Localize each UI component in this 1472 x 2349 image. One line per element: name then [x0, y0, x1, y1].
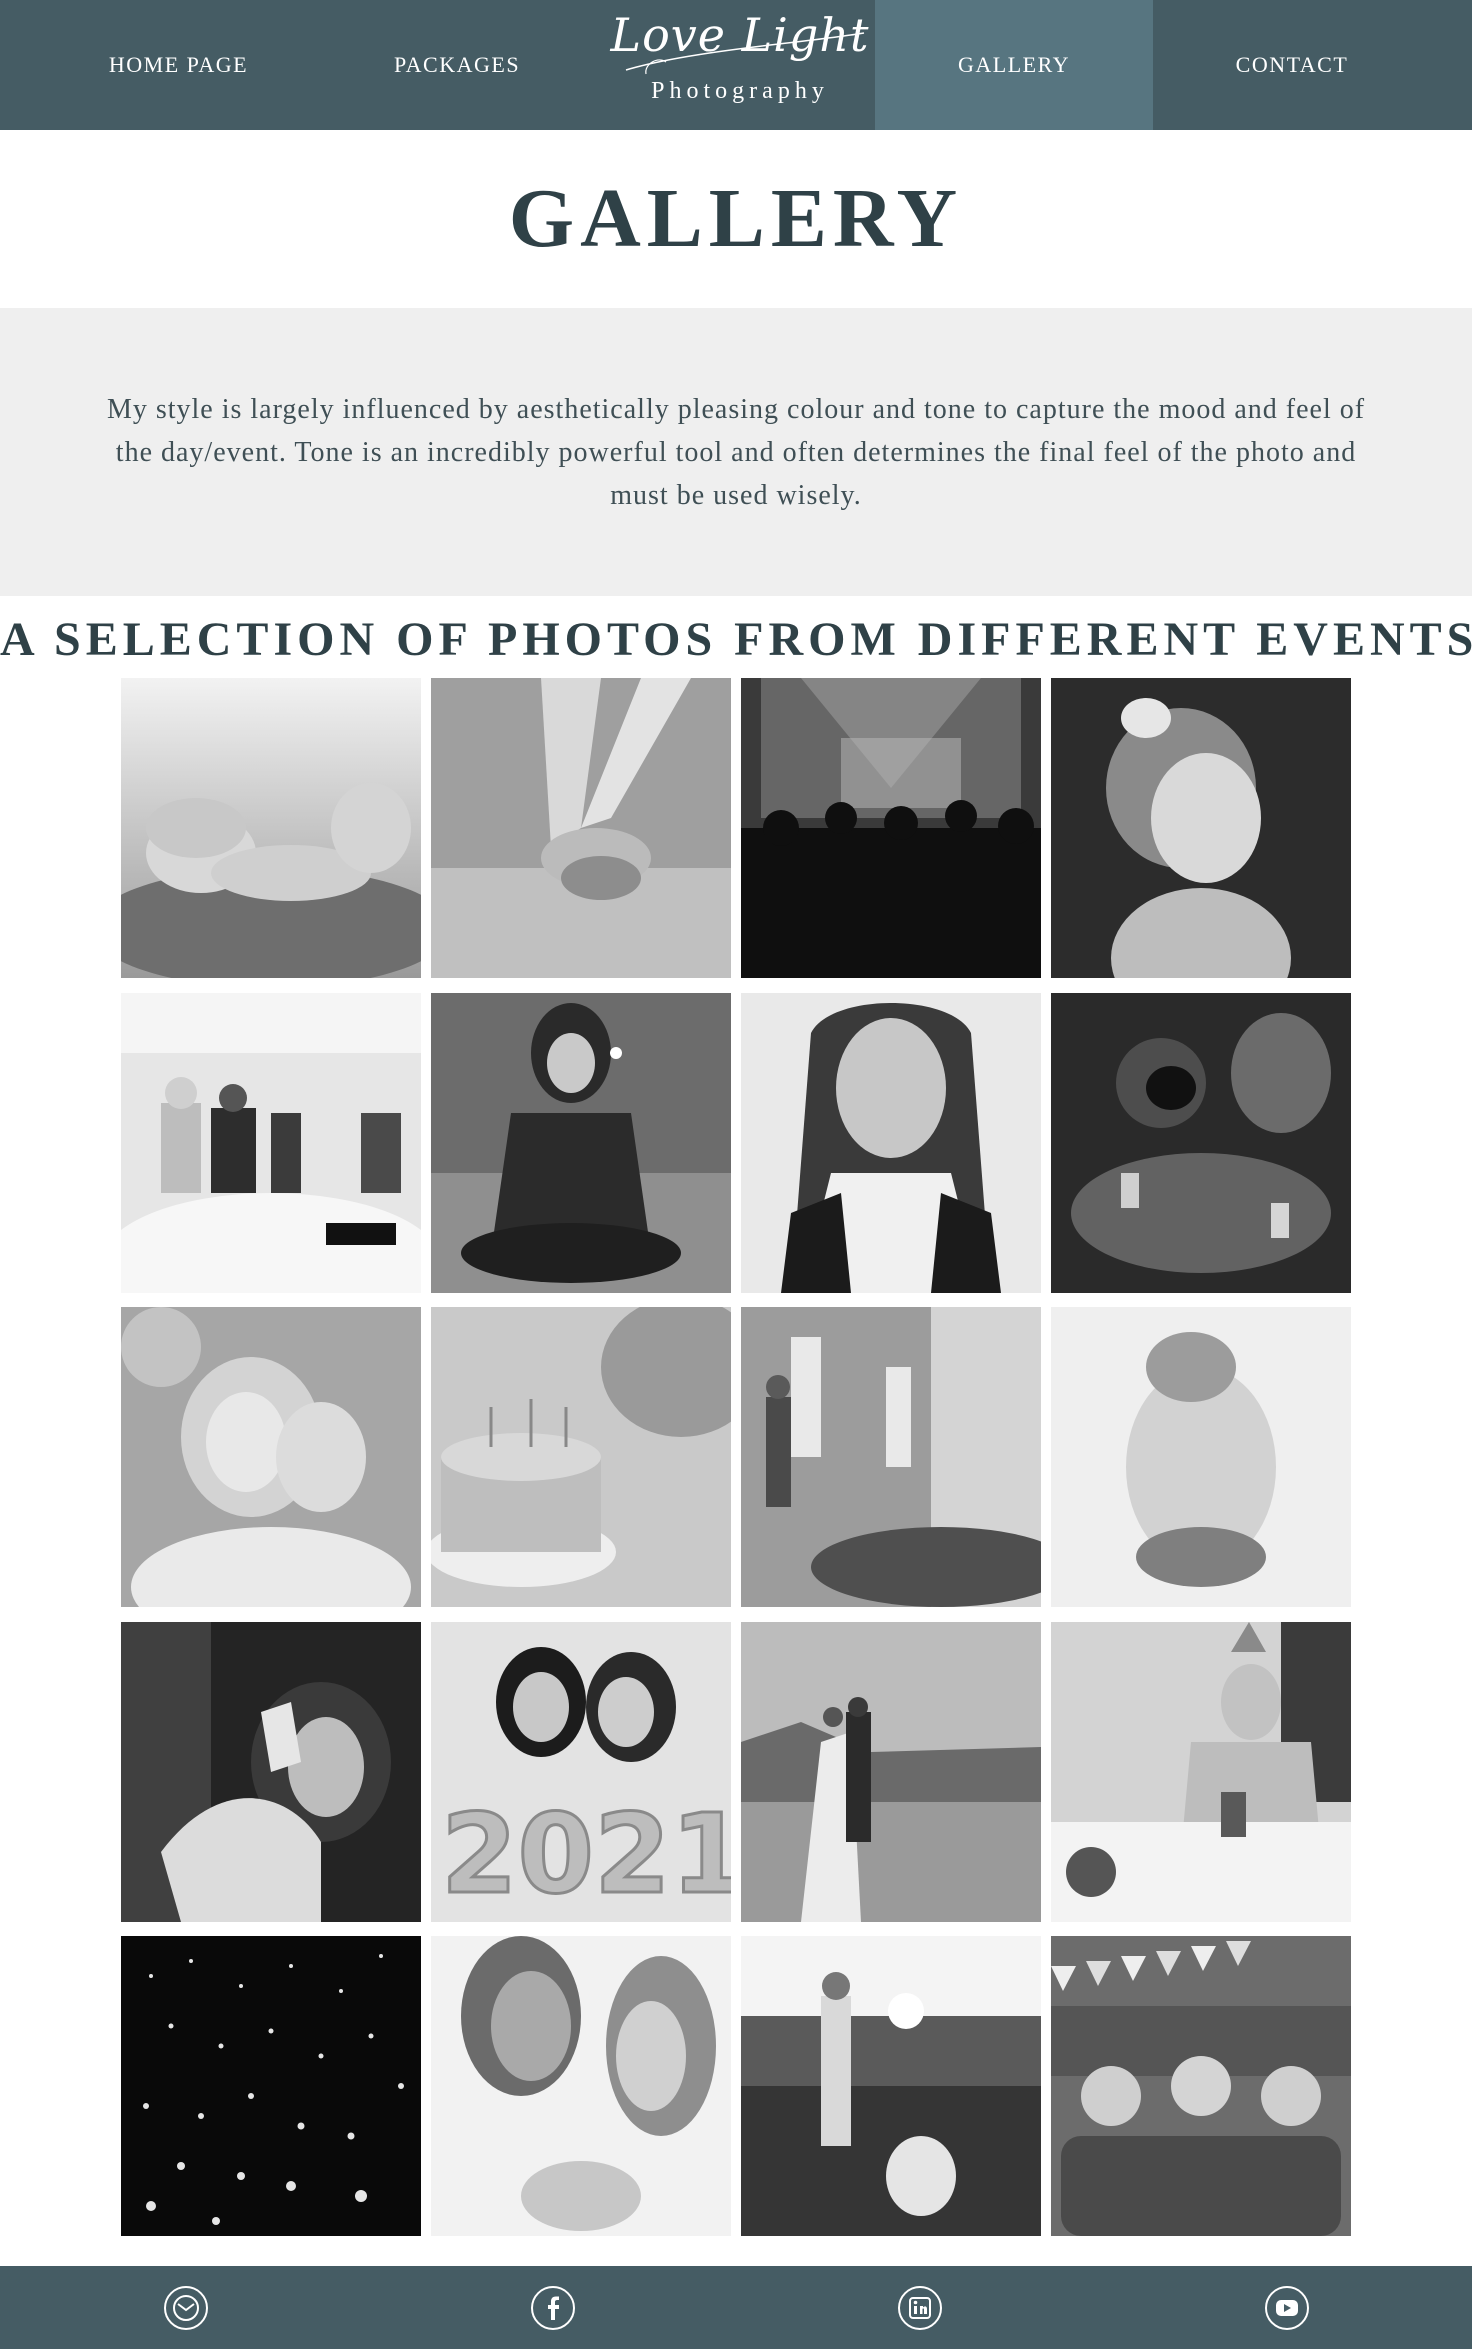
nav-home-page[interactable]: HOME PAGE: [0, 0, 357, 130]
gallery-photo-conference[interactable]: [121, 992, 421, 1293]
gallery-photo-kids-party[interactable]: [1051, 1936, 1351, 2236]
gallery-photo-birthday-girl[interactable]: [1051, 1621, 1351, 1922]
nav-contact[interactable]: CONTACT: [1153, 0, 1431, 130]
gallery-photo-concert-crowd[interactable]: [741, 678, 1041, 978]
gallery-photo-couple-closeup[interactable]: [431, 1936, 731, 2236]
logo-sub-text: Photography: [651, 78, 829, 104]
facebook-icon[interactable]: [529, 2284, 577, 2332]
nav-gallery[interactable]: GALLERY: [875, 0, 1153, 130]
gallery-photo-birthday-cake[interactable]: [431, 1307, 731, 1607]
svg-text:2021: 2021: [441, 1790, 731, 1918]
intro-section: My style is largely influenced by aesthe…: [0, 308, 1472, 596]
gallery-photo-sky-lanterns[interactable]: [121, 1936, 421, 2236]
linkedin-icon[interactable]: [896, 2284, 944, 2332]
email-icon[interactable]: [162, 2284, 210, 2332]
gallery-photo-woman-sparkler[interactable]: [431, 992, 731, 1293]
nav-packages[interactable]: PACKAGES: [357, 0, 557, 130]
gallery-photo-woman-portrait-window[interactable]: [121, 1621, 421, 1922]
gallery-photo-holding-hands[interactable]: [431, 678, 731, 978]
logo-script-text: Love Light: [610, 8, 870, 62]
section-heading: A SELECTION OF PHOTOS FROM DIFFERENT EVE…: [0, 613, 1472, 666]
gallery-photo-new-year-2021[interactable]: 2021: [431, 1621, 731, 1922]
youtube-icon[interactable]: [1263, 2284, 1311, 2332]
intro-text: My style is largely influenced by aesthe…: [106, 394, 1366, 511]
gallery-photo-baby-bow[interactable]: [1051, 1307, 1351, 1607]
page-title: GALLERY: [508, 172, 964, 265]
gallery-photo-office-presentation[interactable]: [741, 1307, 1041, 1607]
footer: [0, 2266, 1472, 2349]
gallery-photo-family-field[interactable]: [741, 1936, 1041, 2236]
gallery-photo-smiling-girl[interactable]: [1051, 678, 1351, 978]
brand-logo[interactable]: Love Light Photography: [606, 0, 874, 130]
photo-gallery: 2021: [121, 678, 1351, 2236]
gallery-photo-portrait-woman[interactable]: [741, 992, 1041, 1293]
gallery-photo-party-phones[interactable]: [1051, 992, 1351, 1293]
gallery-photo-mother-daughter[interactable]: [121, 1307, 421, 1607]
gallery-photo-wedding-couple[interactable]: [741, 1621, 1041, 1922]
top-navigation: HOME PAGE PACKAGES Love Light Photograph…: [0, 0, 1472, 130]
gallery-photo-sleeping-baby[interactable]: [121, 678, 421, 978]
